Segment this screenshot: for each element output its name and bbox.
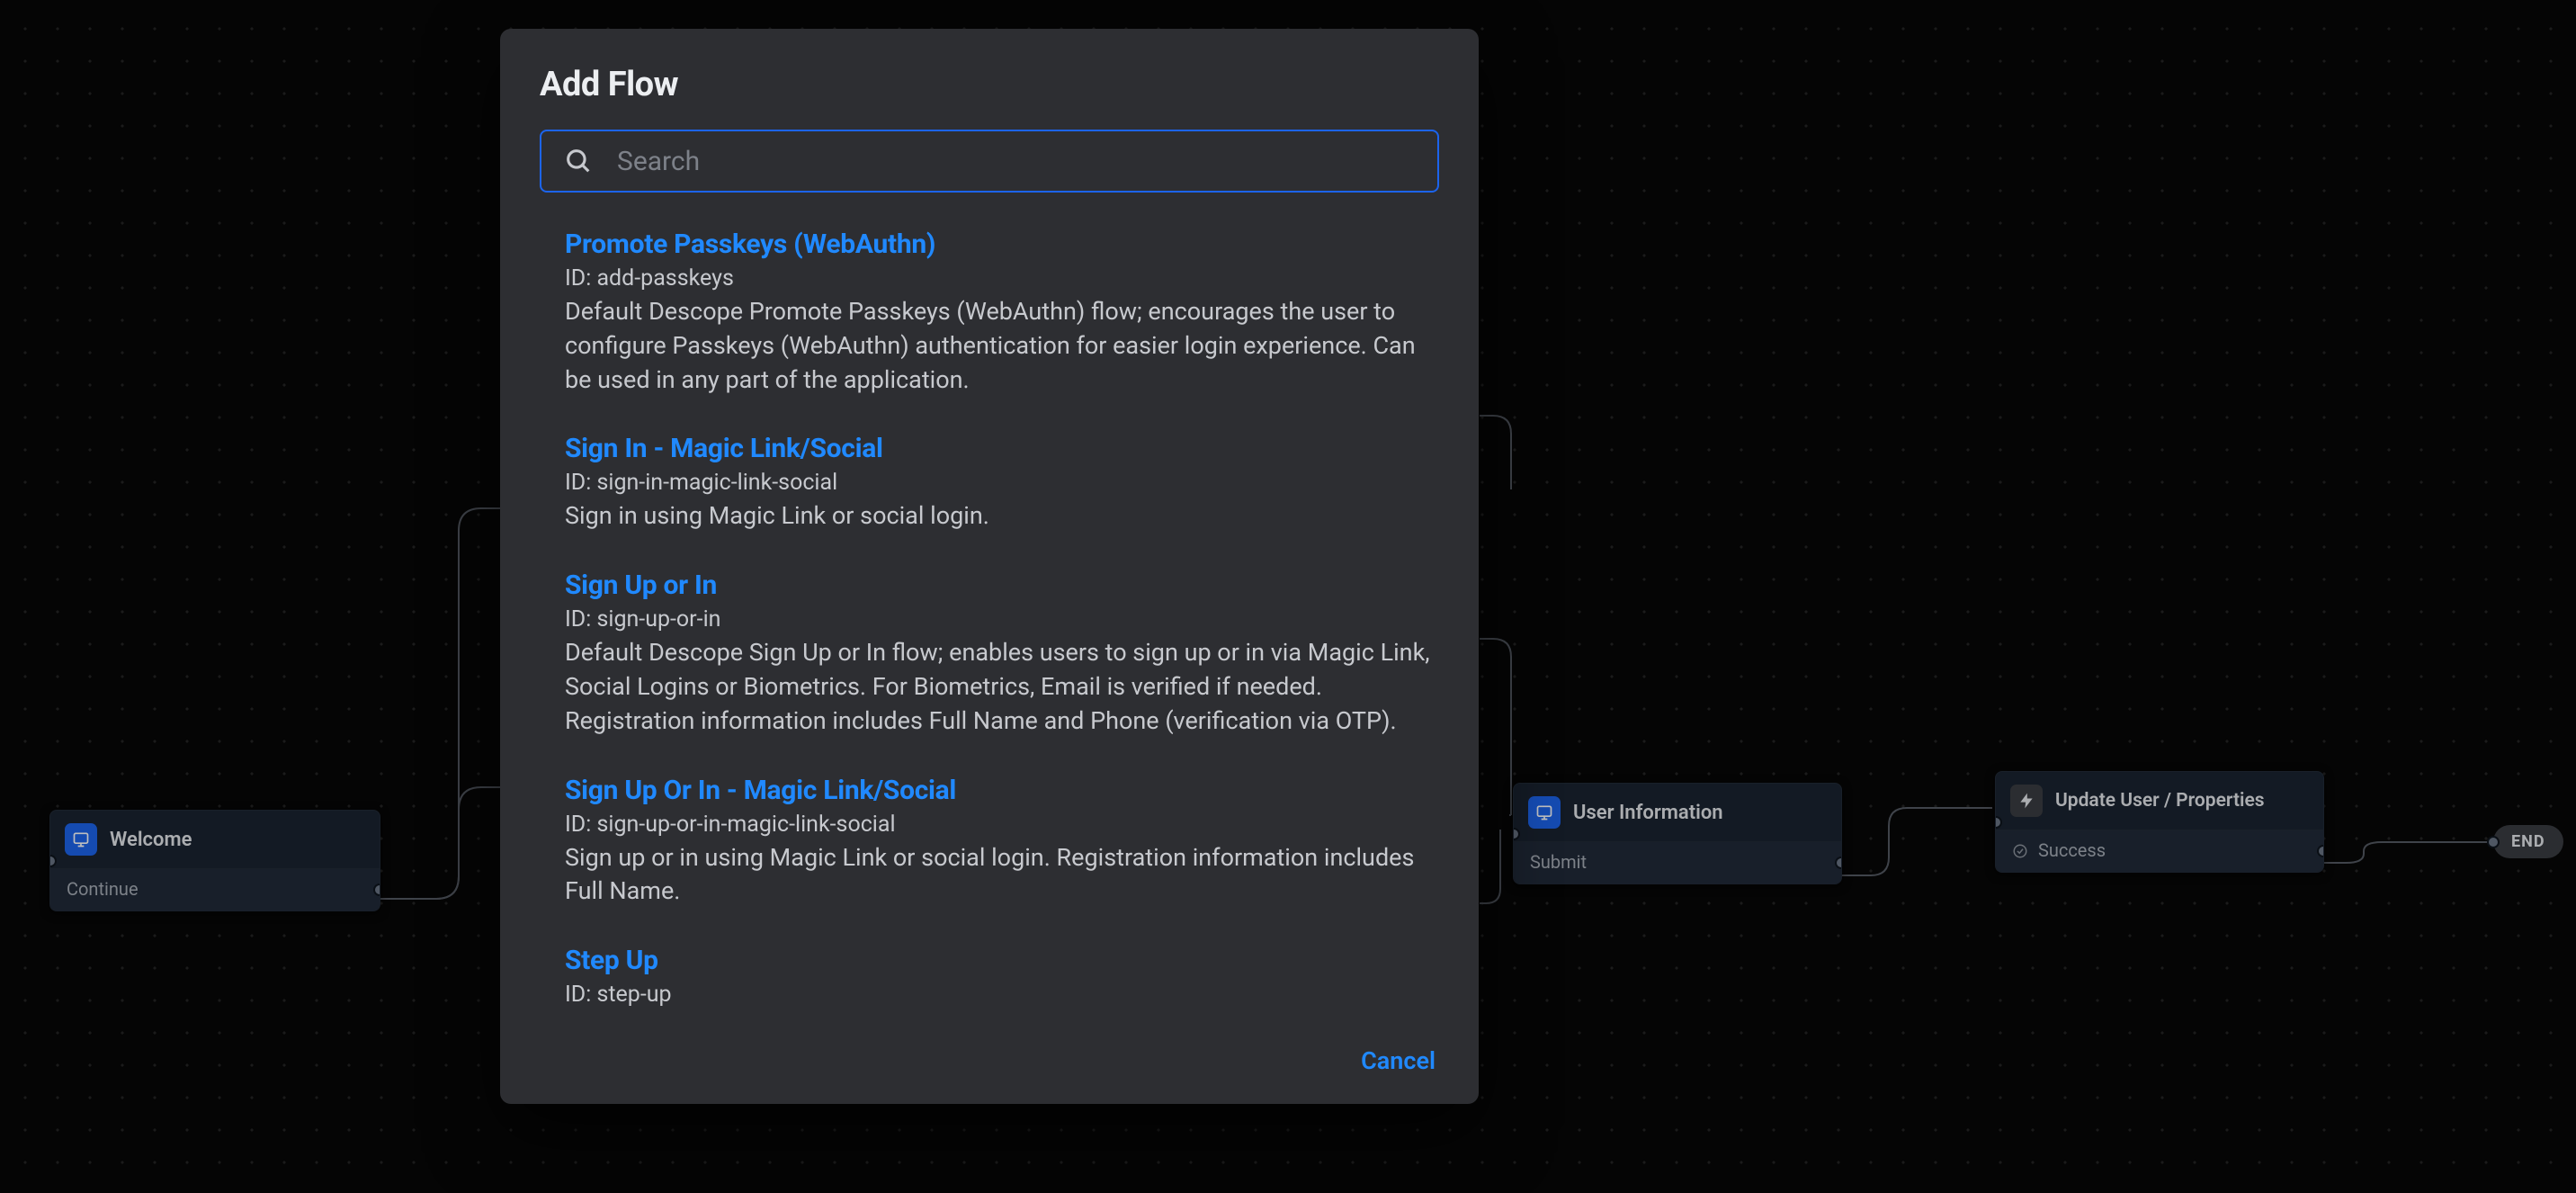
- flow-option-title: Step Up: [565, 945, 1430, 976]
- flow-option-desc: Sign up or in using Magic Link or social…: [565, 841, 1430, 910]
- flow-option-desc: Default Descope Promote Passkeys (WebAut…: [565, 295, 1430, 397]
- flow-option-desc: Default Descope Sign Up or In flow; enab…: [565, 636, 1430, 738]
- search-icon: [563, 146, 594, 176]
- flow-option[interactable]: Step Up ID: step-up: [565, 945, 1430, 1008]
- flow-option-title: Sign In - Magic Link/Social: [565, 433, 1430, 464]
- modal-title: Add Flow: [540, 65, 1439, 104]
- flow-option-id: ID: add-passkeys: [565, 265, 1430, 292]
- flow-option-title: Sign Up Or In - Magic Link/Social: [565, 775, 1430, 806]
- search-input[interactable]: [540, 130, 1439, 193]
- flow-option-id: ID: sign-up-or-in: [565, 606, 1430, 632]
- search-field[interactable]: [540, 130, 1439, 193]
- flow-option-id: ID: sign-in-magic-link-social: [565, 470, 1430, 496]
- flow-option[interactable]: Promote Passkeys (WebAuthn) ID: add-pass…: [565, 229, 1430, 397]
- flow-option-id: ID: sign-up-or-in-magic-link-social: [565, 812, 1430, 838]
- flow-option[interactable]: Sign Up or In ID: sign-up-or-in Default …: [565, 570, 1430, 738]
- flow-option-title: Sign Up or In: [565, 570, 1430, 601]
- flow-option-desc: Sign in using Magic Link or social login…: [565, 499, 1430, 534]
- flow-list[interactable]: Promote Passkeys (WebAuthn) ID: add-pass…: [540, 229, 1439, 1030]
- flow-option-title: Promote Passkeys (WebAuthn): [565, 229, 1430, 260]
- add-flow-modal: Add Flow Promote Passkeys (WebAuthn) ID:…: [500, 29, 1479, 1104]
- flow-option[interactable]: Sign Up Or In - Magic Link/Social ID: si…: [565, 775, 1430, 910]
- flow-option-id: ID: step-up: [565, 982, 1430, 1008]
- cancel-button[interactable]: Cancel: [1357, 1041, 1439, 1081]
- flow-option[interactable]: Sign In - Magic Link/Social ID: sign-in-…: [565, 433, 1430, 534]
